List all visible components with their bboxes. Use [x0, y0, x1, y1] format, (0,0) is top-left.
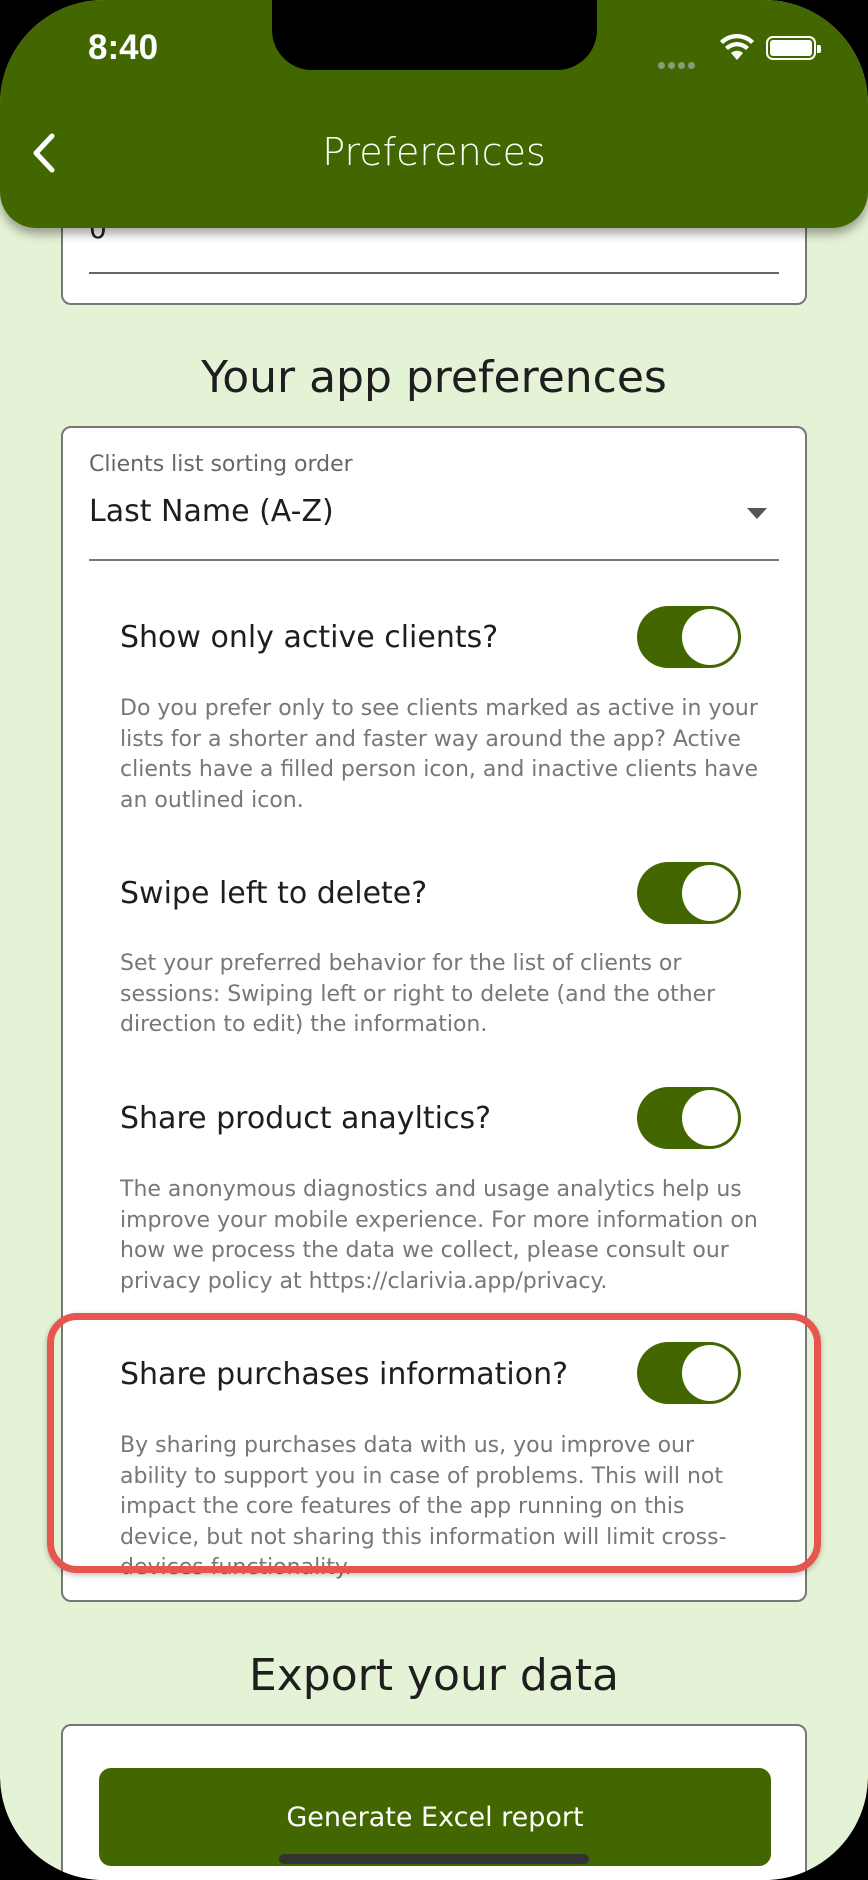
pref-title: Swipe left to delete? — [120, 876, 428, 911]
status-icons — [656, 34, 821, 69]
home-indicator[interactable] — [279, 1854, 589, 1864]
dropdown-arrow-icon[interactable] — [747, 508, 767, 519]
toggle-knob — [682, 1090, 738, 1146]
battery-icon — [766, 36, 821, 60]
sort-order-value[interactable]: Last Name (A-Z) — [89, 494, 334, 529]
pref-title: Share product anayltics? — [120, 1101, 492, 1136]
sort-order-label: Clients list sorting order — [89, 452, 353, 477]
phone-screen: 0 8:40 Preferences Your app preferences — [0, 0, 868, 1880]
product-analytics-toggle[interactable] — [637, 1087, 741, 1149]
pref-description: Do you prefer only to see clients marked… — [120, 696, 759, 813]
highlight-annotation — [47, 1313, 821, 1573]
pref-description: Set your preferred behavior for the list… — [120, 951, 716, 1037]
sort-order-underline — [89, 559, 779, 561]
status-time: 8:40 — [88, 28, 159, 67]
cellular-signal-icon — [658, 54, 704, 69]
swipe-delete-toggle[interactable] — [637, 862, 741, 924]
preferences-heading: Your app preferences — [201, 352, 667, 403]
pref-title: Show only active clients? — [120, 620, 499, 655]
device-notch — [272, 0, 597, 70]
export-heading: Export your data — [248, 1650, 620, 1701]
toggle-knob — [682, 865, 738, 921]
generate-excel-button[interactable]: Generate Excel report — [99, 1768, 771, 1866]
wifi-icon — [720, 34, 754, 60]
pref-description: The anonymous diagnostics and usage anal… — [120, 1177, 758, 1294]
previous-field-underline — [89, 272, 779, 274]
active-clients-toggle[interactable] — [637, 606, 741, 668]
app-header: 8:40 Preferences — [0, 0, 868, 228]
toggle-knob — [682, 609, 738, 665]
page-title: Preferences — [322, 130, 546, 174]
